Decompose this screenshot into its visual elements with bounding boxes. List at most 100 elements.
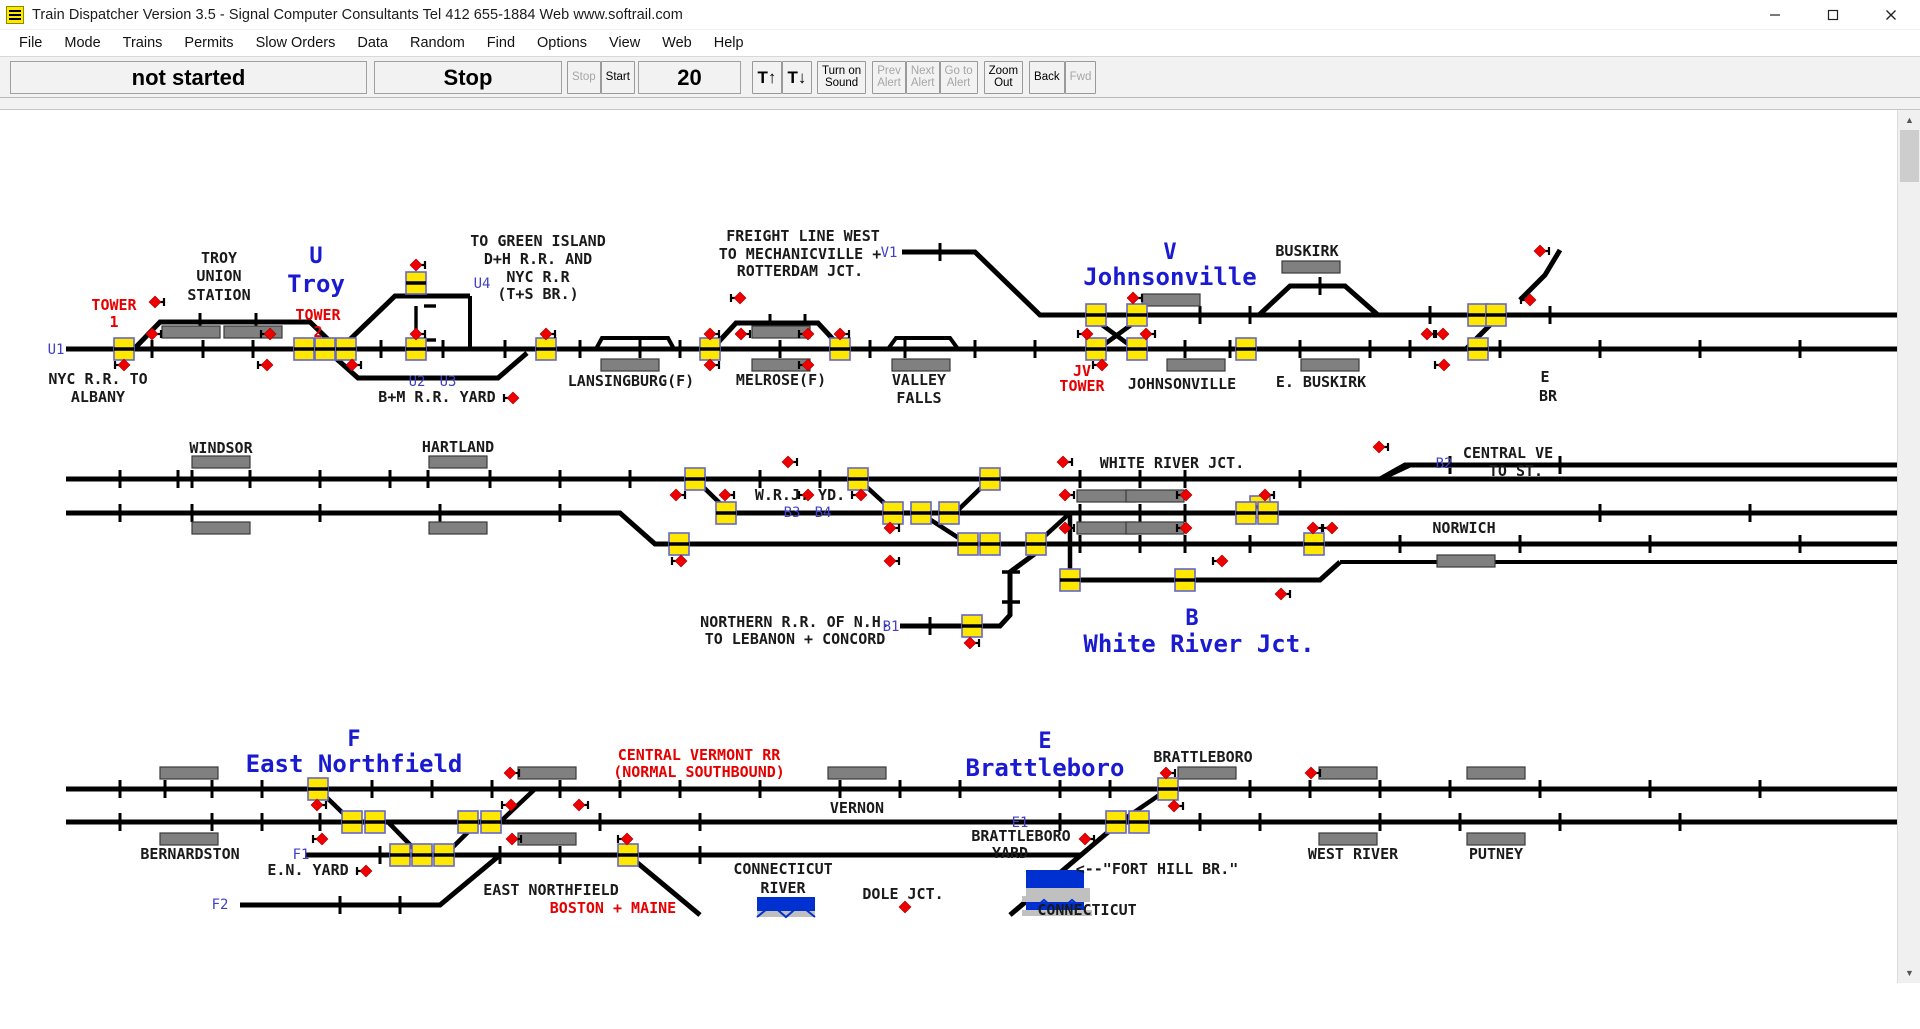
menu-item-slow-orders[interactable]: Slow Orders <box>245 33 347 53</box>
label-freight-1: FREIGHT LINE WEST <box>726 227 880 245</box>
window-controls <box>1746 0 1920 30</box>
next-alert-line2: Alert <box>910 77 935 89</box>
panel-name-wrj: White River Jct. <box>1083 630 1314 658</box>
speed-display: 20 <box>637 61 741 94</box>
label-jv-tower: TOWER <box>1059 377 1105 395</box>
alert-group: Prev Alert Next Alert Go to Alert <box>872 61 978 94</box>
app-icon <box>6 5 24 24</box>
fwd-button[interactable]: Fwd <box>1064 61 1097 94</box>
stop-start-group: Stop Start <box>567 61 635 94</box>
zoom-out-line1: Zoom <box>988 64 1019 77</box>
track-id-u1: U1 <box>48 342 65 358</box>
sound-group: Turn on Sound <box>816 61 867 94</box>
maximize-button[interactable] <box>1804 0 1862 30</box>
panel-letter-f: F <box>347 727 360 752</box>
close-button[interactable] <box>1862 0 1920 30</box>
prev-alert-button[interactable]: Prev Alert <box>872 61 906 94</box>
stop-button[interactable]: Stop <box>567 61 601 94</box>
label-northern-rr-1: NORTHERN R.R. OF N.H. <box>700 613 890 631</box>
menu-item-web[interactable]: Web <box>651 33 703 53</box>
label-putney: PUTNEY <box>1469 845 1523 863</box>
label-br-edge: BR <box>1539 387 1558 405</box>
label-norwich: NORWICH <box>1432 519 1495 537</box>
label-windsor: WINDSOR <box>189 439 253 457</box>
vertical-scroll-thumb[interactable] <box>1900 130 1919 182</box>
label-en-yard: E.N. YARD <box>267 861 348 879</box>
scroll-down-button[interactable]: ▼ <box>1898 963 1920 983</box>
label-hartland: HARTLAND <box>422 438 494 456</box>
label-river-1: RIVER <box>760 879 806 897</box>
window-title: Train Dispatcher Version 3.5 - Signal Co… <box>32 6 683 23</box>
panel-letter-e: E <box>1038 729 1051 754</box>
label-northern-rr-2: TO LEBANON + CONCORD <box>705 630 886 648</box>
scroll-up-button[interactable]: ▲ <box>1898 110 1920 130</box>
panel-letter-b: B <box>1185 606 1198 631</box>
track-id-b1: B1 <box>883 619 900 635</box>
panel-name-east-northfield: East Northfield <box>246 750 463 778</box>
track-id-u2: U2 <box>409 374 426 390</box>
label-johnsonville-station: JOHNSONVILLE <box>1128 375 1236 393</box>
menu-item-data[interactable]: Data <box>346 33 399 53</box>
minimize-button[interactable] <box>1746 0 1804 30</box>
label-connecticut-1: CONNECTICUT <box>733 860 832 878</box>
menu-item-file[interactable]: File <box>8 33 53 53</box>
menu-item-find[interactable]: Find <box>476 33 526 53</box>
toolbar-separator <box>0 98 1920 110</box>
label-connecticut-2: CONNECTICUT <box>1037 901 1136 919</box>
track-diagram[interactable]: U Troy V Johnsonville B White River Jct.… <box>0 110 1897 983</box>
menu-item-view[interactable]: View <box>598 33 651 53</box>
goto-alert-button[interactable]: Go to Alert <box>939 61 978 94</box>
menu-item-permits[interactable]: Permits <box>173 33 244 53</box>
label-tower-2-num: 2 <box>313 323 322 341</box>
label-buskirk: BUSKIRK <box>1275 242 1338 260</box>
diagram-canvas-wrap: U Troy V Johnsonville B White River Jct.… <box>0 110 1920 1029</box>
label-valley-1: VALLEY <box>892 371 946 389</box>
track-id-u4: U4 <box>474 276 491 292</box>
label-green-island-4: (T+S BR.) <box>497 285 578 303</box>
label-tower-1-title: TOWER <box>91 296 137 314</box>
track-id-u3: U3 <box>440 374 457 390</box>
menu-bar: File Mode Trains Permits Slow Orders Dat… <box>0 30 1920 56</box>
turn-on-sound-button[interactable]: Turn on Sound <box>816 61 867 94</box>
track-id-e1: E1 <box>1012 815 1029 831</box>
simulation-status-display: not started <box>10 61 367 94</box>
time-up-button[interactable]: T↑ <box>751 61 782 94</box>
label-green-island-3: NYC R.R <box>506 268 570 286</box>
menu-item-help[interactable]: Help <box>703 33 755 53</box>
start-button[interactable]: Start <box>600 61 635 94</box>
label-melrose: MELROSE(F) <box>736 371 826 389</box>
panel-letter-u: U <box>309 244 322 269</box>
label-troy-3: STATION <box>187 286 250 304</box>
menu-item-mode[interactable]: Mode <box>53 33 111 53</box>
label-e-edge: E <box>1540 368 1549 386</box>
vertical-scrollbar[interactable]: ▲ ▼ <box>1897 110 1920 983</box>
next-alert-button[interactable]: Next Alert <box>905 61 940 94</box>
back-button[interactable]: Back <box>1029 61 1065 94</box>
zoom-out-button[interactable]: Zoom Out <box>983 61 1024 94</box>
label-e-buskirk: E. BUSKIRK <box>1276 373 1366 391</box>
menu-item-random[interactable]: Random <box>399 33 476 53</box>
track-id-b2: B2 <box>1436 456 1453 472</box>
label-central-vt-1: CENTRAL VE <box>1463 444 1553 462</box>
goto-alert-line2: Alert <box>946 77 971 89</box>
label-central-vt-2: TO ST. <box>1489 462 1543 480</box>
time-down-button[interactable]: T↓ <box>781 61 812 94</box>
zoom-group: Zoom Out <box>983 61 1024 94</box>
navigation-group: Back Fwd <box>1029 61 1097 94</box>
label-boston-maine: BOSTON + MAINE <box>550 899 676 917</box>
label-fort-hill-br: <--"FORT HILL BR." <box>1076 860 1239 878</box>
label-freight-2: TO MECHANICVILLE + <box>719 245 882 263</box>
zoom-out-line2: Out <box>994 77 1013 89</box>
label-central-vt-rr-2: (NORMAL SOUTHBOUND) <box>613 763 785 781</box>
menu-item-trains[interactable]: Trains <box>112 33 174 53</box>
label-troy-1: TROY <box>201 249 237 267</box>
track-id-f2: F2 <box>212 897 229 913</box>
label-bernardston: BERNARDSTON <box>140 845 239 863</box>
label-west-river: WEST RIVER <box>1308 845 1399 863</box>
sound-label-line1: Turn on <box>821 64 862 77</box>
panel-name-brattleboro: Brattleboro <box>966 754 1125 782</box>
label-freight-3: ROTTERDAM JCT. <box>737 262 863 280</box>
next-alert-line1: Next <box>910 64 935 77</box>
panel-name-johnsonville: Johnsonville <box>1083 263 1256 291</box>
menu-item-options[interactable]: Options <box>526 33 598 53</box>
